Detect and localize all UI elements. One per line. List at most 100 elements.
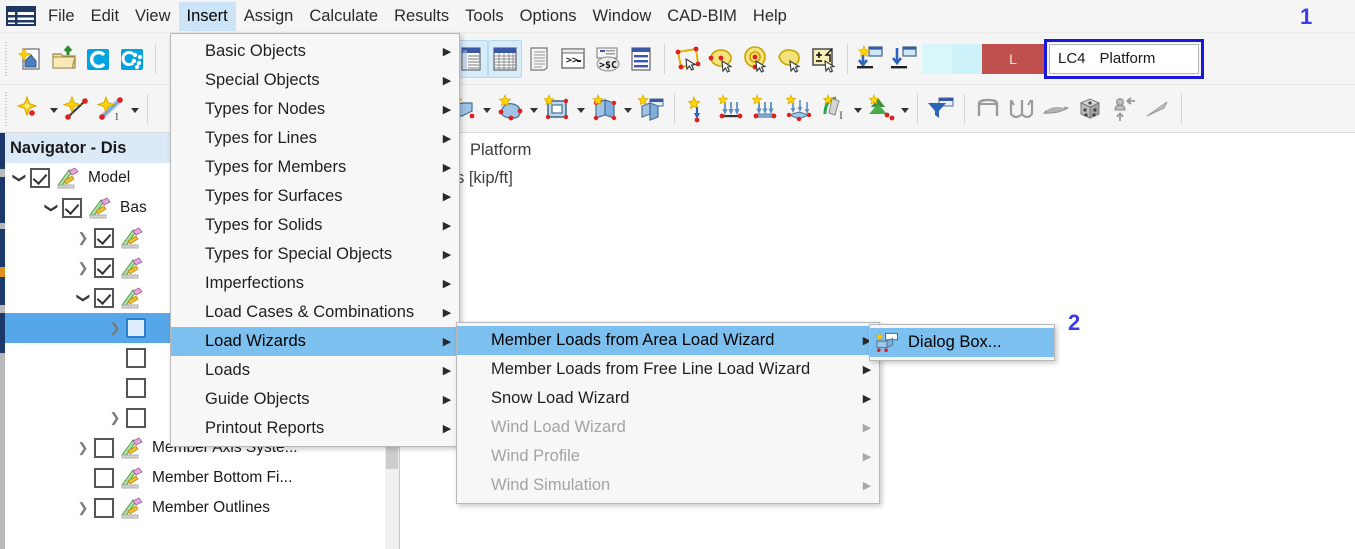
chevron-right-icon[interactable] — [72, 223, 94, 253]
menubar-item-calculate[interactable]: Calculate — [301, 2, 386, 31]
filter-icon[interactable] — [924, 90, 958, 128]
menu-item-snow-load-wizard[interactable]: Snow Load Wizard ▶ — [457, 384, 879, 413]
opening-dropdown-arrow[interactable] — [574, 90, 587, 128]
node-dropdown-arrow[interactable] — [47, 90, 60, 128]
load-new-icon[interactable] — [854, 40, 888, 78]
menubar-item-options[interactable]: Options — [512, 2, 585, 31]
menu-item-guide-objects[interactable]: Guide Objects ▶ — [171, 385, 459, 414]
table-grid-icon[interactable] — [488, 39, 522, 78]
menu-item-types-for-members[interactable]: Types for Members ▶ — [171, 153, 459, 182]
toolbar-grip[interactable] — [3, 41, 10, 76]
menu-item-special-objects[interactable]: Special Objects ▶ — [171, 66, 459, 95]
surface-result-icon[interactable] — [1039, 90, 1073, 128]
new-model-icon[interactable] — [13, 40, 47, 78]
color-chip-cyan-2[interactable] — [952, 43, 982, 74]
tree-item-checkbox[interactable] — [94, 228, 114, 248]
menu-item-types-for-special-objects[interactable]: Types for Special Objects ▶ — [171, 240, 459, 269]
color-chip-cyan-1[interactable] — [922, 43, 952, 74]
tree-item[interactable]: Member Bottom Fi... — [0, 463, 399, 493]
open-folder-icon[interactable] — [47, 40, 81, 78]
chevron-right-icon[interactable] — [72, 253, 94, 283]
surface-load-icon[interactable] — [783, 90, 817, 128]
chevron-down-icon[interactable] — [72, 283, 94, 313]
select-box-plusminus-icon[interactable] — [807, 40, 841, 78]
nodal-load-icon[interactable] — [681, 90, 715, 128]
surface-dropdown-arrow[interactable] — [527, 90, 540, 128]
menu-item-dialog-box[interactable]: Dialog Box... — [870, 328, 1054, 357]
new-surface-icon[interactable] — [493, 90, 527, 128]
menu-item-member-loads-from-free-line-load-wizard[interactable]: Member Loads from Free Line Load Wizard ▶ — [457, 355, 879, 384]
new-line-dim-icon[interactable]: I — [94, 90, 128, 128]
table-report-icon[interactable] — [522, 40, 556, 78]
tree-item-checkbox[interactable] — [94, 468, 114, 488]
menubar-item-tools[interactable]: Tools — [457, 2, 512, 31]
solid-dropdown-arrow[interactable] — [621, 90, 634, 128]
tree-item-checkbox[interactable] — [94, 258, 114, 278]
new-node-icon[interactable] — [13, 90, 47, 128]
tree-item[interactable]: Member Outlines — [0, 493, 399, 523]
new-solid-icon[interactable] — [587, 90, 621, 128]
tree-item-checkbox[interactable] — [94, 288, 114, 308]
line-dropdown-arrow[interactable] — [128, 90, 141, 128]
menu-item-types-for-surfaces[interactable]: Types for Surfaces ▶ — [171, 182, 459, 211]
toolbar-grip[interactable] — [3, 91, 10, 126]
imperfection-dropdown-arrow[interactable] — [898, 90, 911, 128]
load-set-icon[interactable] — [888, 40, 922, 78]
imperfection-icon[interactable] — [864, 90, 898, 128]
menubar-item-file[interactable]: File — [40, 2, 83, 31]
deformation-icon[interactable] — [1005, 90, 1039, 128]
new-opening-icon[interactable] — [540, 90, 574, 128]
menubar-item-assign[interactable]: Assign — [236, 2, 302, 31]
tree-item-checkbox[interactable] — [126, 378, 146, 398]
member-dropdown-arrow[interactable] — [480, 90, 493, 128]
menubar-item-insert[interactable]: Insert — [178, 1, 236, 31]
tree-item-checkbox[interactable] — [62, 198, 82, 218]
menu-item-loads[interactable]: Loads ▶ — [171, 356, 459, 385]
chevron-right-icon[interactable] — [104, 403, 126, 433]
frame-view-icon[interactable] — [971, 90, 1005, 128]
menu-item-basic-objects[interactable]: Basic Objects ▶ — [171, 37, 459, 66]
table-detail-icon[interactable] — [624, 40, 658, 78]
menu-item-imperfections[interactable]: Imperfections ▶ — [171, 269, 459, 298]
menubar-item-results[interactable]: Results — [386, 2, 457, 31]
load-case-color-chip[interactable]: L — [982, 43, 1044, 74]
select-lasso-icon[interactable] — [773, 40, 807, 78]
menubar-item-view[interactable]: View — [127, 2, 178, 31]
chevron-right-icon[interactable] — [104, 313, 126, 343]
dice-view-icon[interactable] — [1073, 90, 1107, 128]
script-sc-icon[interactable]: >$C — [590, 40, 624, 78]
tree-item-checkbox[interactable] — [30, 168, 50, 188]
chevron-down-icon[interactable] — [40, 193, 62, 223]
menu-item-printout-reports[interactable]: Printout Reports ▶ — [171, 414, 459, 443]
member-load-icon[interactable] — [715, 90, 749, 128]
c-blue-icon[interactable] — [81, 40, 115, 78]
select-ellipse-icon[interactable] — [705, 40, 739, 78]
move-view-icon[interactable] — [1107, 90, 1141, 128]
new-line-icon[interactable] — [60, 90, 94, 128]
free-load-dropdown-arrow[interactable] — [851, 90, 864, 128]
tree-item-checkbox[interactable] — [94, 438, 114, 458]
tree-item-checkbox[interactable] — [126, 348, 146, 368]
menu-item-types-for-lines[interactable]: Types for Lines ▶ — [171, 124, 459, 153]
menubar-item-cad-bim[interactable]: CAD-BIM — [659, 2, 745, 31]
menu-item-load-cases-combinations[interactable]: Load Cases & Combinations ▶ — [171, 298, 459, 327]
chevron-down-icon[interactable] — [8, 163, 30, 193]
menubar-item-help[interactable]: Help — [745, 2, 795, 31]
tree-item-checkbox[interactable] — [126, 318, 146, 338]
menu-item-member-loads-from-area-load-wizard[interactable]: Member Loads from Area Load Wizard ▶ — [457, 326, 879, 355]
free-load-icon[interactable]: I — [817, 90, 851, 128]
console-icon[interactable]: >> — [556, 40, 590, 78]
c-blue-grid-icon[interactable] — [115, 40, 149, 78]
menu-item-load-wizards[interactable]: Load Wizards ▶ — [171, 327, 459, 356]
menubar-item-window[interactable]: Window — [585, 2, 660, 31]
new-solid-set-icon[interactable] — [634, 90, 668, 128]
tree-item-checkbox[interactable] — [126, 408, 146, 428]
line-tool-icon[interactable] — [1141, 90, 1175, 128]
menubar-item-edit[interactable]: Edit — [83, 2, 127, 31]
chevron-right-icon[interactable] — [72, 493, 94, 523]
select-circle-icon[interactable] — [739, 40, 773, 78]
select-window-icon[interactable] — [671, 40, 705, 78]
menu-item-types-for-nodes[interactable]: Types for Nodes ▶ — [171, 95, 459, 124]
tree-item-checkbox[interactable] — [94, 498, 114, 518]
menu-item-types-for-solids[interactable]: Types for Solids ▶ — [171, 211, 459, 240]
